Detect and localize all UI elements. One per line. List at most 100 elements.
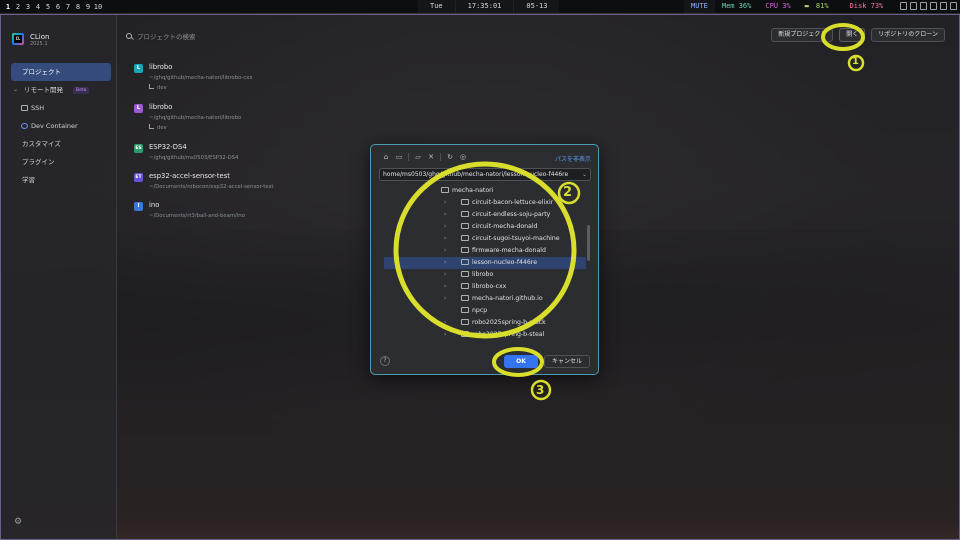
app-version: 2025.1: [30, 41, 48, 47]
cpu-status: CPU 3%: [765, 2, 791, 10]
tree-root[interactable]: mecha-natori: [384, 185, 586, 197]
refresh-icon[interactable]: ↻: [446, 153, 454, 161]
new-project-button[interactable]: 新規プロジェクト: [771, 28, 834, 42]
project-search[interactable]: プロジェクトの検索: [126, 31, 196, 41]
folder-icon: [461, 283, 469, 289]
sidebar-item-ssh[interactable]: SSH: [11, 99, 111, 117]
tree-item[interactable]: › circuit-endless-soju-party: [384, 209, 586, 221]
tree-item-label: mecha-natori: [452, 187, 494, 194]
project-badge: I: [134, 202, 143, 211]
dev-container-icon: [21, 123, 28, 129]
tree-item-selected[interactable]: › lesson-nucleo-f446re: [384, 257, 586, 269]
sidebar-item-label: Dev Container: [31, 122, 78, 130]
tree-scrollbar[interactable]: [587, 225, 590, 261]
clone-repository-button[interactable]: リポジトリのクローン: [871, 28, 945, 42]
tree-item-label: librobo: [472, 271, 494, 278]
workspace-9[interactable]: 9: [83, 3, 93, 11]
mute-status[interactable]: MUTE: [684, 0, 715, 13]
project-badge: L: [134, 64, 143, 73]
sidebar-item-learn[interactable]: 学習: [11, 171, 111, 189]
workspace-8[interactable]: 8: [73, 3, 83, 11]
new-folder-icon[interactable]: ▱: [414, 153, 422, 161]
ok-button[interactable]: OK: [504, 355, 538, 368]
tree-item[interactable]: › robo2025spring-b-stack: [384, 317, 586, 329]
folder-icon: [461, 295, 469, 301]
delete-icon[interactable]: ✕: [427, 153, 435, 161]
workspace-10[interactable]: 10: [93, 3, 103, 11]
open-button[interactable]: 開く: [839, 28, 866, 42]
tray-volume-icon[interactable]: [930, 2, 937, 10]
chevron-down-icon[interactable]: ⌄: [582, 169, 587, 180]
cancel-button[interactable]: キャンセル: [544, 355, 590, 368]
project-item[interactable]: L librobo ~/ghq/github/mecha-natori/libr…: [134, 102, 434, 142]
tree-item[interactable]: › librobo-cxx: [384, 281, 586, 293]
chevron-right-icon[interactable]: ›: [444, 293, 446, 305]
clock: Tue 17:35:01 05-13: [418, 0, 560, 13]
workspace-7[interactable]: 7: [63, 3, 73, 11]
desktop-icon[interactable]: ▭: [395, 153, 403, 161]
git-branch-icon: [149, 84, 154, 89]
folder-icon: [461, 319, 469, 325]
chevron-right-icon[interactable]: ›: [444, 221, 446, 233]
chevron-right-icon[interactable]: ›: [444, 233, 446, 245]
tree-item-label: npcp: [472, 307, 488, 314]
workspace-3[interactable]: 3: [23, 3, 33, 11]
tree-item[interactable]: › circuit-sugoi-tsuyoi-machine: [384, 233, 586, 245]
annotation-label-2: 2: [563, 185, 573, 200]
battery-status: ▬ 81%: [798, 0, 843, 13]
sidebar: CL CLion 2025.1 プロジェクト ⌄ リモート開発 Beta SSH D…: [1, 15, 117, 539]
tray-keyboard-icon[interactable]: [900, 2, 907, 10]
chevron-right-icon[interactable]: ›: [444, 281, 446, 293]
tree-item-label: robo2025spring-b-steal: [472, 331, 545, 338]
project-badge: L: [134, 104, 143, 113]
tree-item-label: circuit-mecha-donald: [472, 223, 538, 230]
tree-item[interactable]: npcp: [384, 305, 586, 317]
chevron-right-icon[interactable]: ›: [444, 209, 446, 221]
home-icon[interactable]: ⌂: [382, 153, 390, 161]
gear-icon[interactable]: ⚙: [14, 517, 22, 527]
hide-path-link[interactable]: パスを非表示: [555, 154, 591, 163]
workspace-6[interactable]: 6: [53, 3, 63, 11]
path-input[interactable]: home/ms0503/ghq/github/mecha-natori/less…: [379, 168, 591, 181]
sidebar-item-plugins[interactable]: プラグイン: [11, 153, 111, 171]
help-button[interactable]: ?: [380, 356, 390, 366]
tree-item[interactable]: › circuit-bacon-lettuce-elixir: [384, 197, 586, 209]
chevron-right-icon[interactable]: ›: [444, 197, 446, 209]
tray-chat-icon[interactable]: [940, 2, 947, 10]
tray-bluetooth-icon[interactable]: [920, 2, 927, 10]
tree-item[interactable]: › librobo: [384, 269, 586, 281]
tray-network-icon[interactable]: [910, 2, 917, 10]
sidebar-item-projects[interactable]: プロジェクト: [11, 63, 111, 81]
tree-item[interactable]: › mecha-natori.github.io: [384, 293, 586, 305]
status-indicators: MUTE Mem 36% CPU 3% ▬ 81% Disk 73%: [684, 0, 890, 13]
workspace-1[interactable]: 1: [3, 3, 13, 11]
chevron-right-icon[interactable]: ›: [444, 245, 446, 257]
sidebar-item-label: SSH: [31, 104, 45, 112]
tree-item-label: mecha-natori.github.io: [472, 295, 543, 302]
chevron-right-icon[interactable]: ›: [444, 329, 446, 341]
sidebar-item-customize[interactable]: カスタマイズ: [11, 135, 111, 153]
chevron-right-icon[interactable]: ›: [444, 317, 446, 329]
sidebar-item-remote-dev[interactable]: ⌄ リモート開発 Beta: [11, 81, 111, 99]
sidebar-item-dev-container[interactable]: Dev Container: [11, 117, 111, 135]
sidebar-item-label: 学習: [22, 176, 35, 184]
tray-display-icon[interactable]: [950, 2, 957, 10]
project-badge: ET: [134, 173, 143, 182]
workspace-5[interactable]: 5: [43, 3, 53, 11]
tree-item[interactable]: › robo2025spring-b-steal: [384, 329, 586, 341]
search-input[interactable]: プロジェクトの検索: [137, 31, 196, 41]
clock-day: Tue: [418, 0, 455, 13]
tree-item[interactable]: › circuit-mecha-donald: [384, 221, 586, 233]
chevron-right-icon[interactable]: ›: [444, 269, 446, 281]
tree-item[interactable]: › firmware-mecha-donald: [384, 245, 586, 257]
project-item[interactable]: L librobo ~/ghq/github/mecha-natori/libr…: [134, 62, 434, 102]
workspace-2[interactable]: 2: [13, 3, 23, 11]
chevron-right-icon[interactable]: ›: [444, 257, 446, 269]
show-hidden-icon[interactable]: ◎: [459, 153, 467, 161]
workspace-4[interactable]: 4: [33, 3, 43, 11]
chevron-down-icon: ⌄: [13, 86, 19, 93]
folder-icon: [461, 331, 469, 337]
system-tray: [900, 2, 957, 10]
folder-icon: [461, 235, 469, 241]
system-bar: 1 2 3 4 5 6 7 8 9 10 Tue 17:35:01 05-13 …: [0, 0, 960, 13]
